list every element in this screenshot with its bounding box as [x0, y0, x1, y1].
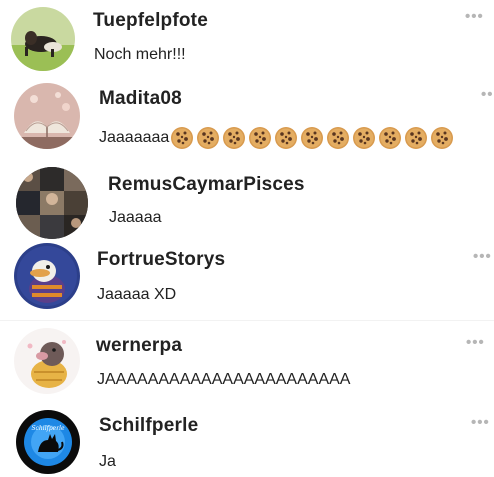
username[interactable]: Madita08 — [99, 88, 182, 110]
avatar[interactable] — [14, 328, 80, 394]
comment-item: wernerpa JAAAAAAAAAAAAAAAAAAAAAAA ••• — [0, 322, 494, 402]
cookie-icon — [405, 127, 428, 149]
comment-text: Ja — [99, 453, 116, 470]
dog-photo-icon — [11, 7, 75, 71]
more-options-icon[interactable]: ••• — [481, 87, 494, 102]
username[interactable]: FortrueStorys — [97, 249, 225, 271]
cookie-icon — [431, 127, 454, 149]
comment-item: FortrueStorys Jaaaaa XD ••• — [0, 238, 494, 322]
comment-text: Jaaaaaaa — [99, 126, 454, 150]
svg-text:Schilfperle: Schilfperle — [31, 425, 65, 432]
cookie-icon — [275, 127, 298, 149]
cookie-icon — [171, 127, 194, 149]
comment-text-content: Jaaaaaaa — [99, 129, 170, 147]
comment-text: Jaaaaa XD — [97, 286, 177, 303]
comment-item: Schilfperle Schilfperle Ja ••• — [0, 404, 494, 477]
username[interactable]: Tuepfelpfote — [93, 10, 208, 32]
comment-item: Madita08 Jaaaaaaa ••• — [0, 78, 494, 162]
cat-silhouette-icon: Schilfperle — [16, 410, 80, 474]
comment-text: Jaaaaa — [109, 209, 162, 226]
divider — [0, 320, 494, 321]
cookie-icon — [223, 127, 246, 149]
avatar[interactable]: Schilfperle — [16, 410, 80, 474]
more-options-icon[interactable]: ••• — [473, 249, 492, 264]
cookie-icon — [301, 127, 324, 149]
platypus-cartoon-icon — [14, 243, 80, 309]
avatar[interactable] — [16, 167, 88, 239]
cookie-icon — [327, 127, 350, 149]
emoji-row — [170, 126, 454, 150]
comment-text: Noch mehr!!! — [94, 46, 186, 63]
username[interactable]: RemusCaymarPisces — [108, 174, 305, 196]
mole-cartoon-icon — [14, 328, 80, 394]
avatar[interactable] — [14, 243, 80, 309]
cookie-icon — [353, 127, 376, 149]
comment-text: JAAAAAAAAAAAAAAAAAAAAAAA — [97, 371, 351, 388]
cookie-icon — [197, 127, 220, 149]
open-book-photo-icon — [14, 83, 80, 149]
comment-item: Tuepfelpfote Noch mehr!!! ••• — [0, 0, 494, 80]
cookie-icon — [249, 127, 272, 149]
avatar[interactable] — [11, 7, 75, 71]
avatar[interactable] — [14, 83, 80, 149]
more-options-icon[interactable]: ••• — [466, 335, 485, 350]
photo-collage-icon — [16, 167, 88, 239]
username[interactable]: Schilfperle — [99, 415, 198, 437]
comment-item: RemusCaymarPisces Jaaaaa — [0, 164, 494, 240]
cookie-icon — [379, 127, 402, 149]
username[interactable]: wernerpa — [96, 335, 182, 357]
more-options-icon[interactable]: ••• — [471, 415, 490, 430]
more-options-icon[interactable]: ••• — [465, 9, 484, 24]
